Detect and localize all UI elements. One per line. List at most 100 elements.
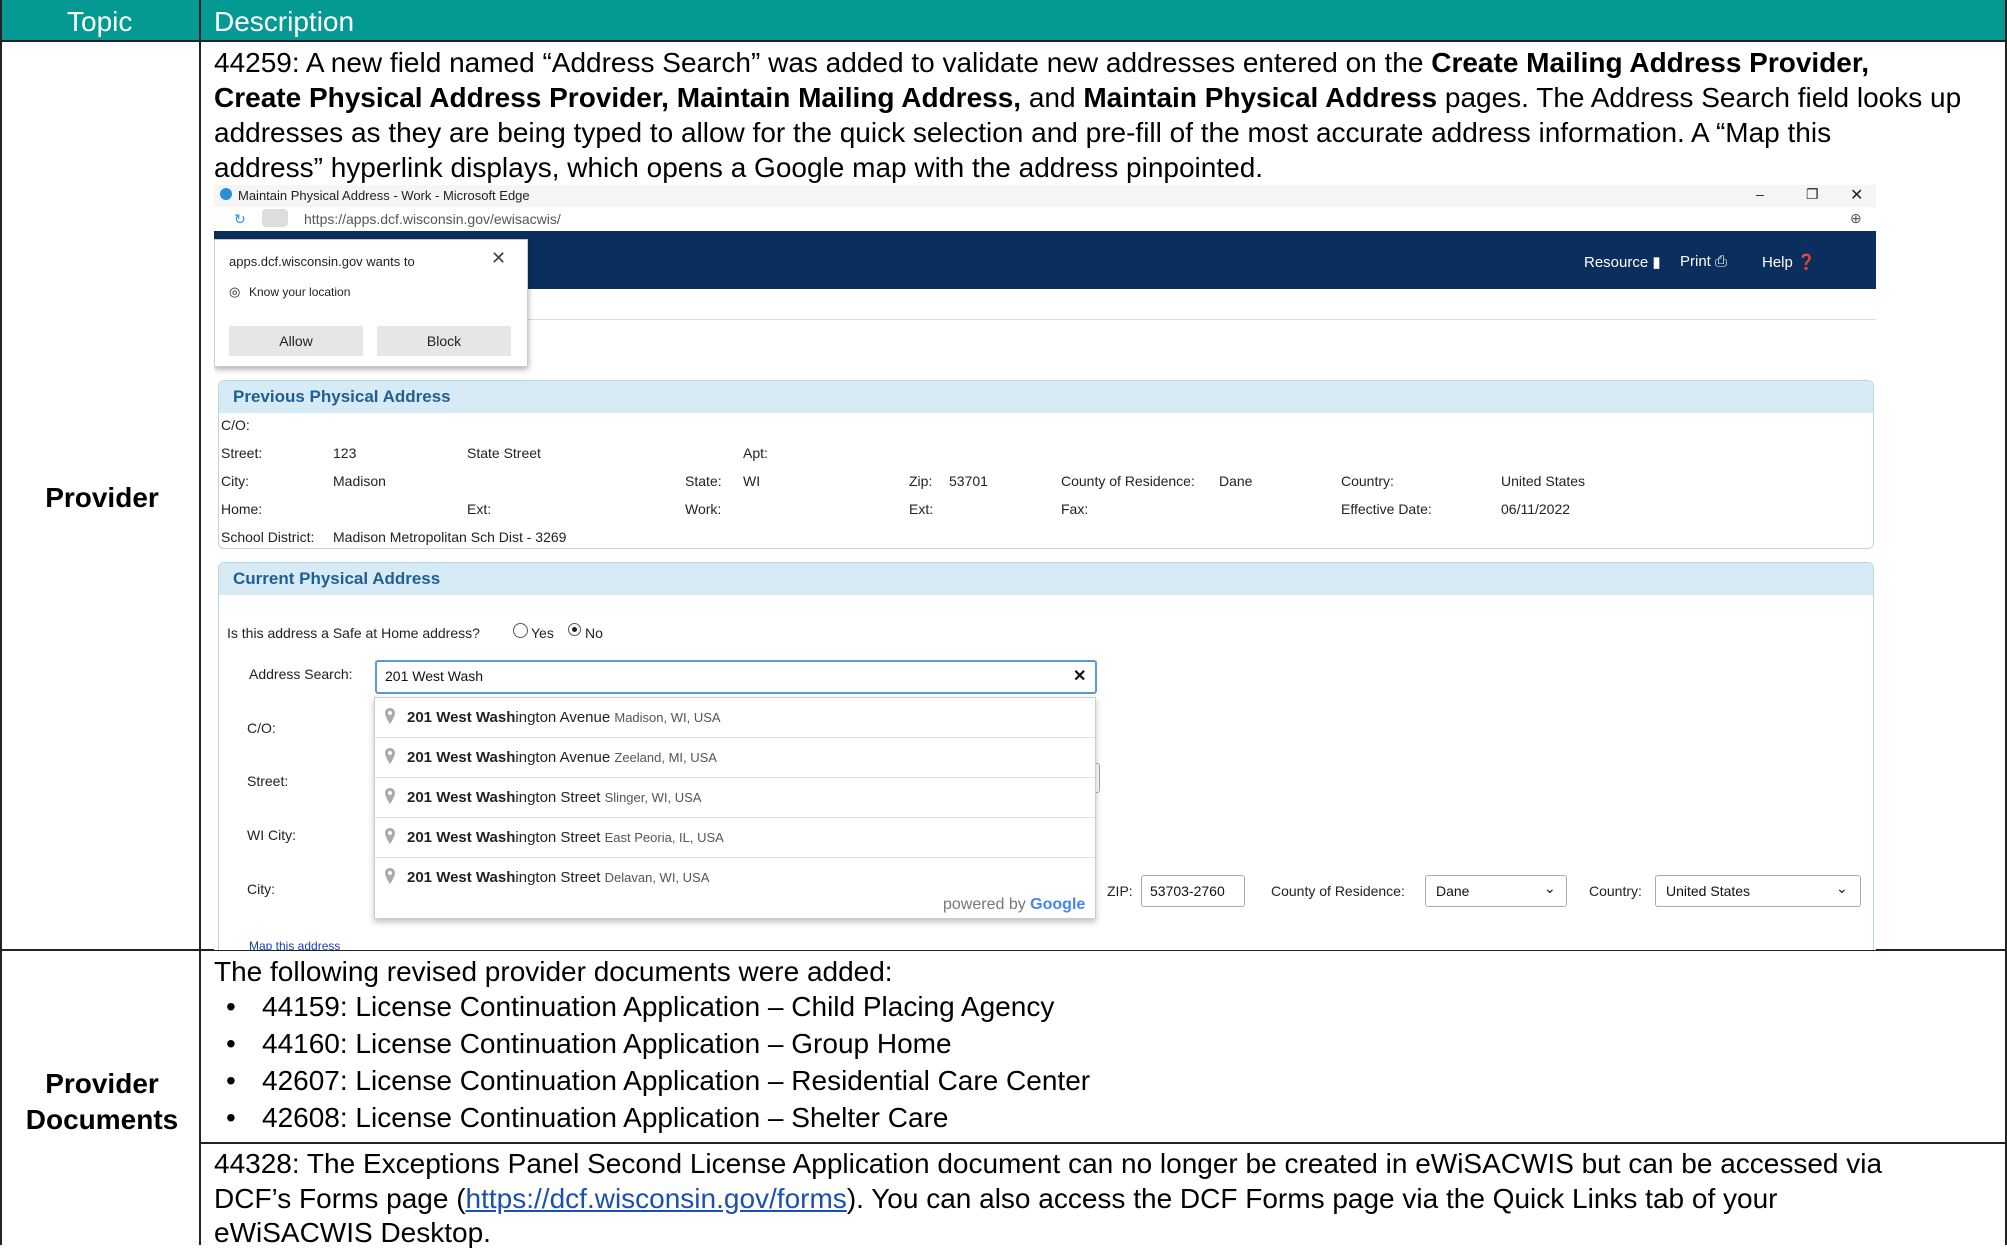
docs-list-item: • 44159: License Continuation Application… [226,991,1055,1022]
address-suggestions: 201 West Washington Avenue Madison, WI, … [374,697,1096,919]
suggestion-item[interactable]: 201 West Washington Avenue Zeeland, MI, … [375,738,1095,778]
restore-icon[interactable]: ❐ [1806,186,1819,203]
county-value: Dane [1436,883,1470,899]
prev-state-label: State: [685,473,722,489]
prev-country-label: Country: [1341,473,1394,489]
url-text: https://apps.dcf.wisconsin.gov/ewisacwis… [304,211,561,227]
prev-zip-label: Zip: [909,473,933,489]
header-topic: Topic [67,6,133,37]
suggestion-item[interactable]: 201 West Washington Street East Peoria, … [375,818,1095,858]
current-street-label: Street: [247,773,289,789]
docs-list-item: • 42607: License Continuation Application… [226,1065,1091,1096]
suggestion-item[interactable]: 201 West Washington Street Delavan, WI, … [375,858,1095,897]
address-search-value: 201 West Wash [385,668,484,684]
powered-by-google: powered by Google [943,896,1086,913]
current-co-label: C/O: [247,720,276,736]
google-logo: Google [1030,896,1086,913]
prev-fax-label: Fax: [1061,501,1089,517]
chevron-down-icon: ⌄ [1836,880,1848,896]
prev-ext2-label: Ext: [909,501,934,517]
nav-help[interactable]: Help ❓ [1762,253,1816,271]
provider-desc-line1: 44259: A new field named “Address Search… [214,47,1870,78]
docs-para-line1: 44328: The Exceptions Panel Second Licen… [214,1148,1883,1179]
chevron-down-icon: ⌄ [1544,880,1556,896]
address-search-input[interactable]: 201 West Wash ✕ [375,660,1097,694]
provider-desc-line2: Create Physical Address Provider, Mainta… [214,82,1962,113]
prev-city: Madison [333,473,386,489]
zip-value: 53703-2760 [1150,883,1225,899]
prev-county: Dane [1219,473,1253,489]
block-button[interactable]: Block [377,326,511,356]
provider-desc-line4: address” hyperlink displays, which opens… [214,152,1264,183]
refresh-icon[interactable]: ↻ [234,211,246,228]
topic-provider-documents: Provider Documents [25,1068,179,1135]
prev-country: United States [1501,473,1586,489]
current-panel-header: Current Physical Address [219,563,1873,595]
prev-city-label: City: [221,473,249,489]
prev-ext-label: Ext: [467,501,492,517]
safe-at-home-question: Is this address a Safe at Home address? [227,625,480,641]
docs-list-item: • 42608: License Continuation Application… [226,1102,949,1133]
prev-home-label: Home: [221,501,263,517]
map-pin-icon [385,708,395,728]
address-bar[interactable]: ↻ https://apps.dcf.wisconsin.gov/ewisacw… [214,207,1876,232]
row-divider-2 [199,1142,2007,1144]
close-window-icon[interactable]: ✕ [1850,185,1863,205]
country-label: Country: [1589,883,1642,899]
docs-intro: The following revised provider documents… [214,956,893,987]
current-wicity-label: WI City: [247,827,296,843]
country-value: United States [1666,883,1751,899]
popup-title: apps.dcf.wisconsin.gov wants to [229,254,415,269]
prev-co-label: C/O: [221,417,250,433]
zip-label: ZIP: [1107,883,1133,899]
clear-search-icon[interactable]: ✕ [1073,666,1086,686]
map-pin-icon [385,828,395,848]
minimize-icon[interactable]: – [1756,186,1764,202]
prev-street-num: 123 [333,445,357,461]
map-this-address-link[interactable]: Map this address [249,939,340,950]
prev-county-label: County of Residence: [1061,473,1195,489]
prev-work-label: Work: [685,501,722,517]
suggestion-item[interactable]: 201 West Washington Avenue Madison, WI, … [375,698,1095,738]
prev-apt-label: Apt: [743,445,768,461]
window-title: Maintain Physical Address - Work - Micro… [238,188,530,203]
previous-address-panel: Previous Physical Address C/O: Street: 1… [218,380,1874,549]
prev-eff: 06/11/2022 [1501,501,1571,517]
docs-list-item: • 44160: License Continuation Application… [226,1028,952,1059]
county-select[interactable]: Dane ⌄ [1425,875,1567,907]
prev-school-label: School District: [221,529,315,545]
popup-item: Know your location [249,285,351,299]
zip-input[interactable]: 53703-2760 [1141,875,1245,907]
nav-resource[interactable]: Resource ▮ [1584,253,1661,271]
radio-no[interactable] [568,623,581,636]
embedded-screenshot: Maintain Physical Address - Work - Micro… [214,185,1876,950]
provider-desc-line3: addresses as they are being typed to all… [214,117,1832,148]
popup-close-icon[interactable]: ✕ [491,248,506,269]
table-divider-vertical [199,0,201,1245]
nav-print[interactable]: Print ⎙ [1680,253,1727,270]
country-select[interactable]: United States ⌄ [1655,875,1861,907]
address-search-label: Address Search: [249,666,353,682]
prev-street-name: State Street [467,445,541,461]
lock-icon [262,209,288,227]
radio-yes-label: Yes [531,625,554,641]
browser-title-bar: Maintain Physical Address - Work - Micro… [214,185,1876,207]
docs-para-line2: DCF’s Forms page (https://dcf.wisconsin.… [214,1183,1778,1214]
prev-zip: 53701 [949,473,988,489]
map-pin-icon [385,788,395,808]
prev-eff-label: Effective Date: [1341,501,1432,517]
allow-button[interactable]: Allow [229,326,363,356]
current-city-label: City: [247,881,275,897]
radio-no-label: No [585,625,603,641]
radio-yes[interactable] [513,623,528,638]
edge-icon [220,188,232,200]
zoom-icon[interactable]: ⊕ [1850,210,1862,227]
map-pin-icon [385,868,395,888]
forms-link[interactable]: https://dcf.wisconsin.gov/forms [466,1183,847,1214]
previous-panel-title: Previous Physical Address [233,387,451,406]
suggestion-item[interactable]: 201 West Washington Street Slinger, WI, … [375,778,1095,818]
location-permission-popup: apps.dcf.wisconsin.gov wants to ✕ ◎ Know… [214,239,528,367]
previous-panel-header: Previous Physical Address [219,381,1873,413]
prev-state: WI [743,473,761,489]
map-pin-icon [385,748,395,768]
